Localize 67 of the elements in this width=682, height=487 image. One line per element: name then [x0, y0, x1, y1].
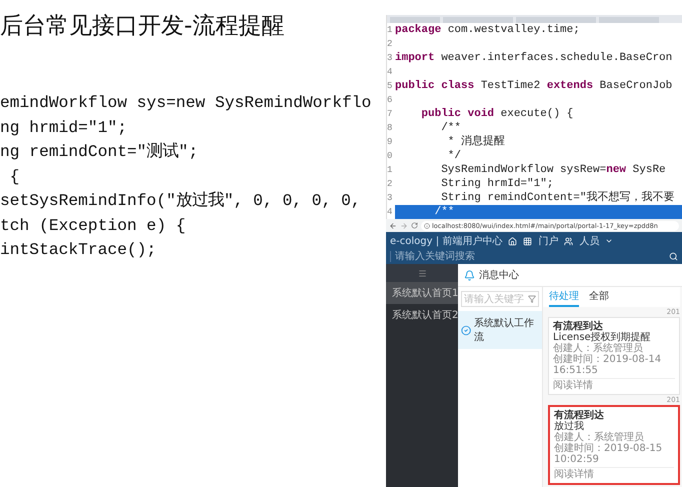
tab[interactable]: 全部 [589, 287, 609, 307]
line-number: 1 [387, 24, 394, 37]
people-dropdown[interactable]: 人员 [579, 234, 600, 248]
workflow-label: 系统默认工作流 [474, 316, 536, 344]
selected-code-text: /** [395, 205, 682, 219]
line-number: 5 [387, 80, 394, 93]
bell-icon [464, 270, 475, 280]
sidebar-item[interactable]: 系统默认首页1 [386, 282, 458, 304]
code-text: public void execute() { [420, 107, 574, 121]
filter-icon[interactable] [528, 295, 536, 303]
sidebar-label: 系统默认首页1 [392, 286, 458, 300]
code-line: ng remindCont="测试"; [0, 141, 200, 163]
message-creator: 创建人：系统管理员 [553, 343, 644, 354]
code-line: setSysRemindInfo("放过我", 0, 0, 0, 0, [0, 190, 362, 212]
people-icon[interactable] [564, 236, 574, 246]
slide-title: 后台常见接口开发-流程提醒 [0, 12, 286, 41]
message-body: 放过我 [554, 421, 585, 432]
search-icon[interactable] [669, 252, 678, 261]
code-text: public class TestTime2 extends BaseCronJob [395, 79, 674, 93]
line-number: 7 [387, 108, 394, 121]
home-icon[interactable] [508, 236, 518, 246]
line-number: 4 [387, 206, 394, 219]
code-text: String hrmId="1"; [440, 177, 554, 191]
line-number: 3 [387, 192, 394, 205]
panel-title: 消息中心 [479, 268, 519, 282]
line-number: 2 [387, 38, 394, 51]
code-line: tch (Exception e) { [0, 214, 187, 236]
code-text: /** [440, 121, 462, 135]
line-number: 2 [387, 178, 394, 191]
line-number: 3 [387, 52, 394, 65]
read-details-link[interactable]: 阅读详情 [553, 378, 675, 391]
info-icon [424, 222, 430, 228]
message-time: 创建时间：2019-08-15 10:02:59 [554, 443, 664, 465]
code-line: intStackTrace(); [0, 239, 158, 261]
code-text: package com.westvalley.time; [395, 23, 581, 37]
line-number: 4 [387, 66, 394, 79]
line-number: 9 [387, 136, 394, 149]
code-line: { [8, 166, 21, 188]
brand-name: e-cology | 前端用户中心 [390, 234, 502, 248]
sidebar-toggle[interactable] [386, 264, 458, 282]
line-number: 6 [387, 94, 394, 107]
code-text: String remindContent="我不想写，我不要 [440, 191, 676, 205]
code-line: ng hrmid="1"; [0, 116, 128, 138]
sidebar-label: 系统默认首页2 [392, 308, 458, 322]
line-number: 0 [387, 150, 394, 163]
back-icon[interactable] [389, 222, 397, 230]
caret-icon[interactable] [605, 237, 614, 245]
message-creator: 创建人：系统管理员 [554, 432, 645, 443]
workflow-item[interactable]: 系统默认工作流 [458, 311, 542, 349]
code-line: emindWorkflow sys=new SysRemindWorkflo [0, 92, 372, 114]
message-body: License授权到期提醒 [553, 332, 652, 343]
line-number: 8 [387, 122, 394, 135]
message-title: 有流程到达 [553, 321, 603, 332]
menu-icon [418, 268, 426, 278]
check-circle-icon [461, 324, 472, 336]
code-text: SysRemindWorkflow sysRew=new SysRe [440, 163, 667, 177]
reload-icon[interactable] [411, 222, 418, 229]
grid-icon[interactable] [523, 236, 532, 246]
sidebar-item[interactable]: 系统默认首页2 [386, 304, 458, 326]
portal-link[interactable]: 门户 [538, 234, 558, 248]
code-text: * 消息提醒 [446, 135, 506, 149]
line-number: 1 [387, 164, 394, 177]
message-title: 有流程到达 [554, 410, 605, 421]
code-text: */ [446, 149, 462, 163]
code-text: import weaver.interfaces.schedule.BaseCron [395, 51, 674, 65]
read-details-link[interactable]: 阅读详情 [554, 467, 674, 480]
message-time: 创建时间：2019-08-14 16:51:55 [553, 354, 662, 376]
